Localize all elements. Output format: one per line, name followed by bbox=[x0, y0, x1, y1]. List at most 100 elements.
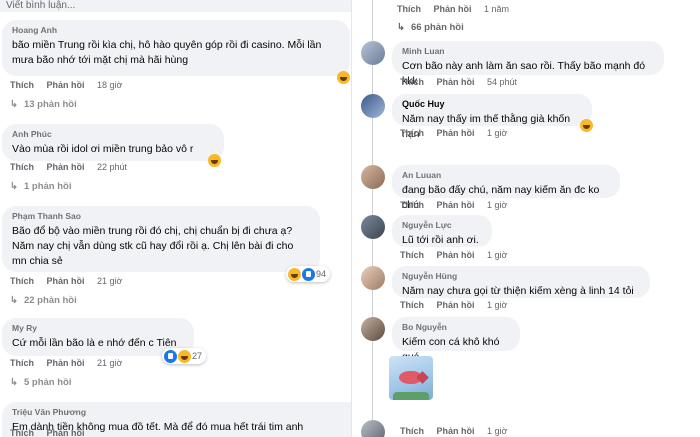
view-replies-link[interactable]: ↳ 13 phản hồi bbox=[10, 99, 77, 110]
view-replies-link[interactable]: ↳ 1 phản hồi bbox=[10, 181, 71, 192]
reply-button[interactable]: Phản hồi bbox=[47, 276, 85, 286]
haha-reaction-icon[interactable] bbox=[337, 71, 350, 84]
like-reaction-icon bbox=[302, 267, 315, 281]
like-button[interactable]: Thích bbox=[10, 428, 34, 437]
comment-actions: Thích Phản hồi 1 giờ bbox=[400, 250, 507, 260]
view-replies-link[interactable]: ↳ 22 phản hồi bbox=[10, 295, 77, 306]
reply-button[interactable]: Phản hồi bbox=[47, 162, 85, 172]
comment-actions: Thích Phản hồi 1 giờ bbox=[400, 200, 507, 210]
like-button[interactable]: Thích bbox=[10, 162, 34, 172]
comment-actions: Thích Phản hồi 18 giờ bbox=[10, 80, 122, 90]
reply-button[interactable]: Phản hồi bbox=[47, 428, 85, 437]
comment-actions: Thích Phản hồi 54 phút bbox=[400, 77, 517, 87]
reply-arrow-icon: ↳ bbox=[10, 181, 18, 192]
reply-button[interactable]: Phản hồi bbox=[437, 200, 475, 210]
write-comment-input[interactable]: Viết bình luận... bbox=[0, 0, 351, 12]
avatar[interactable] bbox=[361, 317, 385, 341]
haha-reaction-icon bbox=[288, 267, 301, 281]
avatar[interactable] bbox=[361, 165, 385, 189]
comment-actions: Thích Phản hồi 21 giờ bbox=[10, 358, 122, 368]
reaction-summary[interactable]: 94 bbox=[286, 266, 331, 282]
comment-author[interactable]: My Ry bbox=[12, 323, 184, 334]
comment-text: Cứ mỗi lần bão là e nhớ đến c Tiên bbox=[12, 337, 177, 349]
comment-author[interactable]: Bo Nguyễn bbox=[402, 322, 510, 333]
comment-actions: Thích Phản hồi bbox=[10, 428, 95, 437]
reply-arrow-icon: ↳ bbox=[397, 22, 405, 33]
comment-author[interactable]: Nguyễn Hùng bbox=[402, 271, 640, 282]
reply-arrow-icon: ↳ bbox=[10, 295, 18, 306]
comment-bubble: An Luuan đang bão đấy chú, năm nay kiếm … bbox=[392, 165, 620, 211]
comment-actions: Thích Phản hồi 1 giờ bbox=[400, 426, 507, 436]
comment-time[interactable]: 1 giờ bbox=[487, 426, 507, 436]
comment-time[interactable]: 1 năm bbox=[484, 4, 509, 14]
comment-bubble: Minh Luan Cơn bão này anh làm ăn sao rồi… bbox=[392, 41, 664, 87]
comment-time[interactable]: 1 giờ bbox=[487, 250, 507, 260]
avatar[interactable] bbox=[361, 215, 385, 239]
comment-time[interactable]: 18 giờ bbox=[97, 80, 122, 90]
view-replies-link[interactable]: ↳ 66 phản hồi bbox=[397, 22, 464, 33]
reply-arrow-icon: ↳ bbox=[10, 99, 18, 110]
comment-time[interactable]: 1 giờ bbox=[487, 300, 507, 310]
comment-time[interactable]: 1 giờ bbox=[487, 200, 507, 210]
like-button[interactable]: Thích bbox=[397, 4, 421, 14]
haha-reaction-icon[interactable] bbox=[208, 154, 221, 167]
comment-author[interactable]: Triệu Văn Phương bbox=[12, 407, 341, 418]
fish-sticker-image[interactable] bbox=[389, 356, 433, 400]
like-button[interactable]: Thích bbox=[10, 80, 34, 90]
comment-bubble: Bo Nguyễn Kiếm con cá khô khó quá bbox=[392, 317, 520, 363]
comment-bubble: Nguyễn Lực Lũ tới rồi anh ơi. bbox=[392, 215, 492, 247]
like-button[interactable]: Thích bbox=[400, 77, 424, 87]
reply-button[interactable]: Phản hồi bbox=[437, 250, 475, 260]
avatar[interactable] bbox=[361, 94, 385, 118]
like-button[interactable]: Thích bbox=[400, 426, 424, 436]
comment-text: Vào mùa rồi idol ơi miền trung bảo vô r bbox=[12, 143, 194, 155]
view-replies-link[interactable]: ↳ 5 phản hồi bbox=[10, 377, 71, 388]
reaction-summary[interactable]: 27 bbox=[162, 348, 207, 364]
comment-author[interactable]: Nguyễn Lực bbox=[402, 220, 482, 231]
comment-time[interactable]: 21 giờ bbox=[97, 358, 122, 368]
comment-actions: Thích Phản hồi 1 giờ bbox=[400, 128, 507, 138]
comment-author[interactable]: Minh Luan bbox=[402, 46, 654, 57]
avatar[interactable] bbox=[361, 266, 385, 290]
comment-text: Bão đổ bộ vào miền trung rồi đó chị, chị… bbox=[12, 225, 294, 267]
reply-button[interactable]: Phản hồi bbox=[434, 4, 472, 14]
left-comment-panel: Viết bình luận... Hoang Anh bão miền Tru… bbox=[0, 0, 351, 437]
reply-button[interactable]: Phản hồi bbox=[437, 426, 475, 436]
comment-time[interactable]: 1 giờ bbox=[487, 128, 507, 138]
comment-text: bão miền Trung rồi kìa chị, hô hào quyên… bbox=[12, 39, 322, 66]
comment-bubble: Phạm Thanh Sao Bão đổ bộ vào miền trung … bbox=[2, 206, 320, 272]
reply-button[interactable]: Phản hồi bbox=[47, 80, 85, 90]
like-button[interactable]: Thích bbox=[400, 250, 424, 260]
like-button[interactable]: Thích bbox=[10, 358, 34, 368]
comment-author[interactable]: An Luuan bbox=[402, 170, 610, 181]
comment-time[interactable]: 54 phút bbox=[487, 77, 517, 87]
reply-button[interactable]: Phản hồi bbox=[47, 358, 85, 368]
reply-arrow-icon: ↳ bbox=[10, 377, 18, 388]
comment-text: Năm nay chưa gọi từ thiện kiếm xèng à li… bbox=[402, 285, 634, 297]
right-comment-panel: Thích Phản hồi 1 năm ↳ 66 phản hồi Minh L… bbox=[351, 0, 700, 437]
like-button[interactable]: Thích bbox=[400, 128, 424, 138]
reply-button[interactable]: Phản hồi bbox=[437, 128, 475, 138]
reaction-count: 94 bbox=[316, 269, 327, 279]
reaction-count: 27 bbox=[192, 351, 203, 361]
comment-actions: Thích Phản hồi 1 năm bbox=[397, 4, 509, 14]
comment-author[interactable]: Anh Phúc bbox=[12, 129, 214, 140]
reply-button[interactable]: Phản hồi bbox=[437, 77, 475, 87]
avatar[interactable] bbox=[361, 420, 385, 437]
avatar[interactable] bbox=[361, 41, 385, 65]
comment-text: Lũ tới rồi anh ơi. bbox=[402, 234, 479, 246]
comment-author[interactable]: Phạm Thanh Sao bbox=[12, 211, 310, 222]
like-button[interactable]: Thích bbox=[10, 276, 34, 286]
comment-time[interactable]: 22 phút bbox=[97, 162, 127, 172]
comment-bubble: Quốc Huy Năm nay thấy im thế thằng già k… bbox=[392, 94, 592, 140]
comment-bubble: Hoang Anh bão miền Trung rồi kìa chị, hô… bbox=[2, 20, 350, 76]
comment-bubble: Nguyễn Hùng Năm nay chưa gọi từ thiện ki… bbox=[392, 266, 650, 298]
comment-time[interactable]: 21 giờ bbox=[97, 276, 122, 286]
haha-reaction-icon[interactable] bbox=[580, 119, 593, 132]
like-button[interactable]: Thích bbox=[400, 200, 424, 210]
comment-author[interactable]: Hoang Anh bbox=[12, 25, 340, 36]
comment-author[interactable]: Quốc Huy bbox=[402, 99, 582, 110]
reply-button[interactable]: Phản hồi bbox=[437, 300, 475, 310]
comment-actions: Thích Phản hồi 21 giờ bbox=[10, 276, 122, 286]
like-button[interactable]: Thích bbox=[400, 300, 424, 310]
